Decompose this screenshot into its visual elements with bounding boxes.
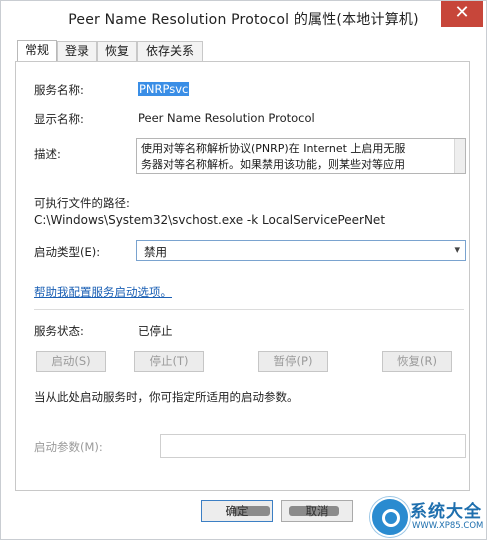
description-line-2: 务器对等名称解析。如果禁用该功能，则某些对等应用: [141, 158, 405, 171]
start-hint: 当从此处启动服务时，你可指定所适用的启动参数。: [34, 390, 299, 404]
blur-smudge: [289, 506, 339, 516]
pause-button[interactable]: 暂停(P): [258, 351, 328, 372]
startup-type-value: 禁用: [144, 245, 167, 259]
exe-path-value: C:\Windows\System32\svchost.exe -k Local…: [34, 213, 386, 227]
window-title: Peer Name Resolution Protocol 的属性(本地计算机): [68, 12, 419, 28]
startup-type-select[interactable]: 禁用 ▾: [136, 240, 466, 261]
general-panel: 服务名称: PNRPsvc 显示名称: Peer Name Resolution…: [15, 61, 470, 491]
start-params-label: 启动参数(M):: [34, 440, 103, 454]
description-textarea[interactable]: 使用对等名称解析协议(PNRP)在 Internet 上启用无服 务器对等名称解…: [136, 138, 466, 174]
title-bar[interactable]: Peer Name Resolution Protocol 的属性(本地计算机)…: [1, 1, 486, 35]
tab-general[interactable]: 常规: [17, 40, 57, 62]
chevron-down-icon: ▾: [454, 243, 460, 256]
site-watermark: 系统大全 WWW.XP85.COM: [366, 495, 486, 539]
service-name-text[interactable]: PNRPsvc: [138, 82, 190, 96]
start-params-input[interactable]: [160, 434, 466, 458]
resume-button[interactable]: 恢复(R): [382, 351, 452, 372]
tab-logon[interactable]: 登录: [57, 41, 97, 61]
close-icon: ✕: [454, 2, 470, 23]
properties-dialog: Peer Name Resolution Protocol 的属性(本地计算机)…: [0, 0, 487, 540]
divider: [34, 309, 464, 310]
exe-path-label: 可执行文件的路径:: [34, 196, 130, 210]
startup-type-label: 启动类型(E):: [34, 245, 101, 259]
description-label: 描述:: [34, 147, 61, 161]
start-button[interactable]: 启动(S): [36, 351, 106, 372]
service-status-label: 服务状态:: [34, 324, 84, 338]
blur-smudge: [234, 506, 270, 516]
service-name-label: 服务名称:: [34, 83, 84, 97]
watermark-brand: 系统大全: [410, 502, 482, 522]
tab-dependencies[interactable]: 依存关系: [137, 41, 203, 61]
service-status-value: 已停止: [138, 324, 173, 338]
help-configure-link[interactable]: 帮助我配置服务启动选项。: [34, 284, 172, 300]
watermark-logo-icon: [370, 497, 410, 537]
close-button[interactable]: ✕: [441, 1, 483, 27]
stop-button[interactable]: 停止(T): [134, 351, 204, 372]
watermark-url: WWW.XP85.COM: [412, 521, 484, 531]
display-name-value[interactable]: Peer Name Resolution Protocol: [138, 111, 315, 125]
tab-recovery[interactable]: 恢复: [97, 41, 137, 61]
description-line-1: 使用对等名称解析协议(PNRP)在 Internet 上启用无服: [141, 142, 406, 155]
service-name-value[interactable]: PNRPsvc: [138, 82, 190, 96]
description-scrollbar[interactable]: [454, 139, 465, 173]
display-name-label: 显示名称:: [34, 112, 84, 126]
